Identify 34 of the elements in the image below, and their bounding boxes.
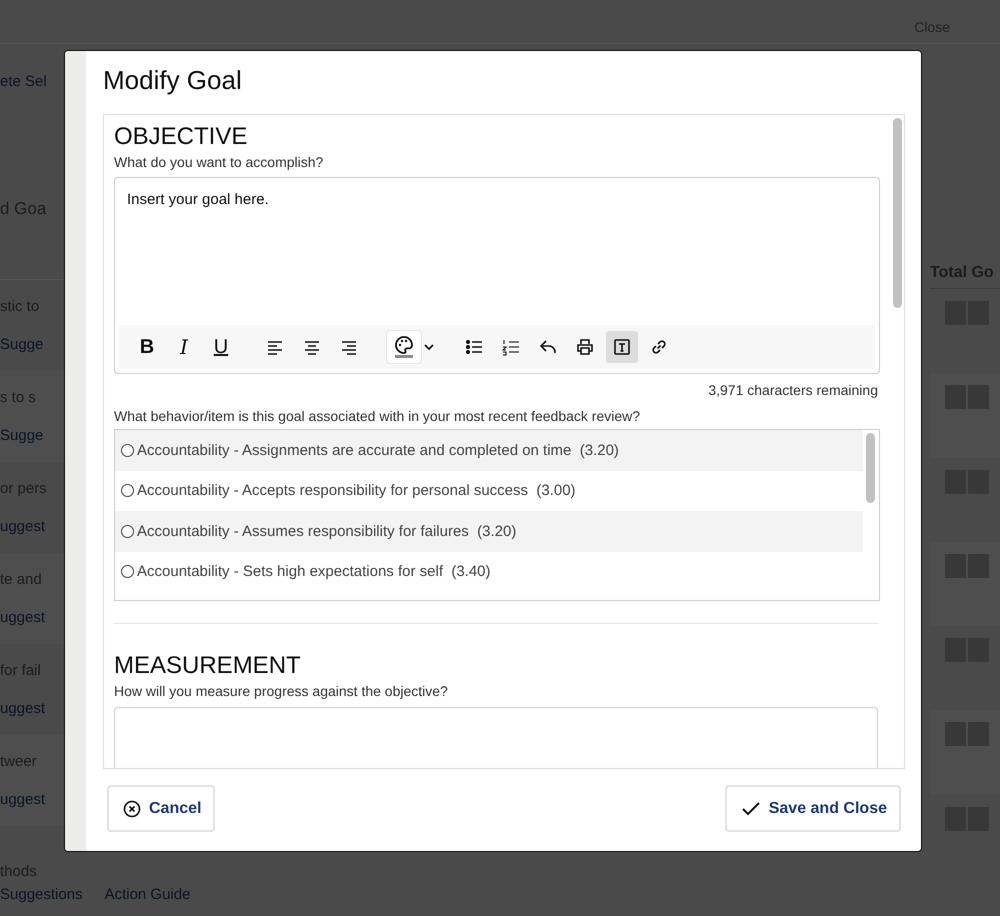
close-icon bbox=[123, 800, 141, 818]
field-hint: What do you want to accomplish? bbox=[114, 154, 324, 170]
print-icon bbox=[575, 337, 595, 357]
option-item[interactable]: Accountability - Accepts responsibility for personal success (3.00) bbox=[115, 470, 863, 511]
save-button[interactable]: Save and Close bbox=[724, 785, 901, 832]
underline-button[interactable]: U bbox=[205, 331, 237, 363]
check-icon bbox=[740, 800, 761, 816]
section-heading: MEASUREMENT bbox=[114, 652, 302, 680]
option-item[interactable]: Accountability - Sets high expectations for self (3.40) bbox=[115, 552, 863, 592]
question-text: What behavior/item is this goal associated with in your most recent feedback review? bbox=[114, 408, 642, 424]
radio-button[interactable] bbox=[121, 565, 134, 578]
scrollbar-thumb[interactable] bbox=[893, 118, 902, 308]
cancel-button[interactable]: Cancel bbox=[107, 785, 216, 832]
format-icon bbox=[612, 337, 632, 357]
radio-button[interactable] bbox=[121, 484, 134, 498]
caret-icon[interactable] bbox=[424, 343, 434, 351]
option-item[interactable]: Accountability - Assignments are accurate and completed on time (3.20) bbox=[115, 430, 863, 470]
section-heading: OBJECTIVE bbox=[114, 123, 248, 151]
palette-icon bbox=[393, 335, 415, 359]
editor-field[interactable]: Insert your goal here. B I U bbox=[114, 177, 880, 374]
character-count: 3,971 characters remaining bbox=[707, 382, 879, 398]
numbers-icon bbox=[501, 337, 521, 357]
format-button[interactable] bbox=[606, 331, 638, 363]
field-hint: How will you measure progress against the objective? bbox=[114, 683, 449, 699]
radio-button[interactable] bbox=[121, 444, 134, 457]
option-item[interactable]: Accountability - Assumes responsibility for failures (3.20) bbox=[115, 511, 863, 552]
bullets-icon bbox=[464, 337, 484, 357]
bold-button[interactable]: B bbox=[131, 331, 163, 363]
scrollbar-thumb[interactable] bbox=[866, 433, 875, 503]
radio-button[interactable] bbox=[121, 524, 134, 538]
dialog-title: Modify Goal bbox=[103, 64, 243, 97]
italic-button[interactable]: I bbox=[168, 331, 200, 363]
editor-text: Insert your goal here. bbox=[126, 190, 270, 210]
color-button[interactable] bbox=[387, 331, 421, 363]
